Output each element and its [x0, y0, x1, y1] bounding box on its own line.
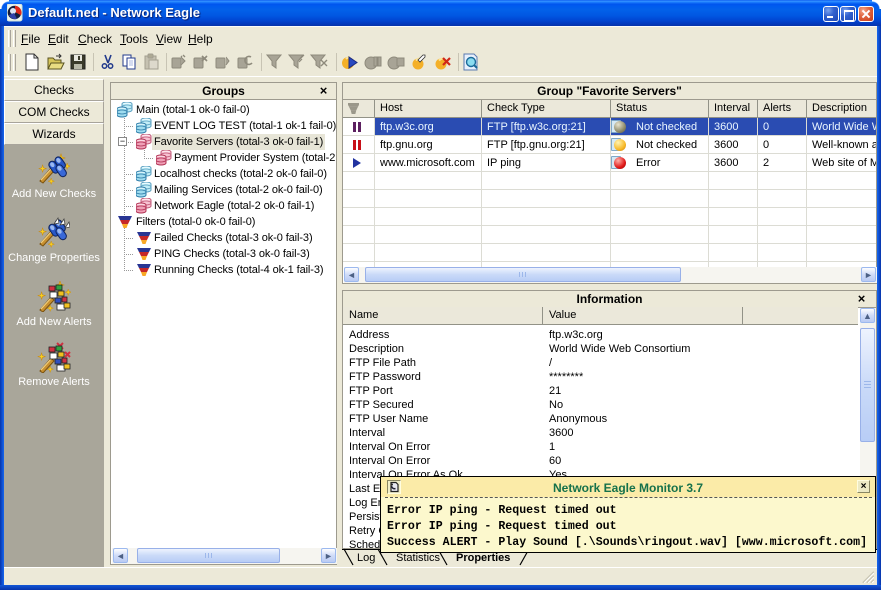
svg-text:Statistics: Statistics — [396, 552, 441, 564]
svg-text:Properties: Properties — [456, 552, 510, 564]
svg-text:Log: Log — [357, 552, 375, 564]
